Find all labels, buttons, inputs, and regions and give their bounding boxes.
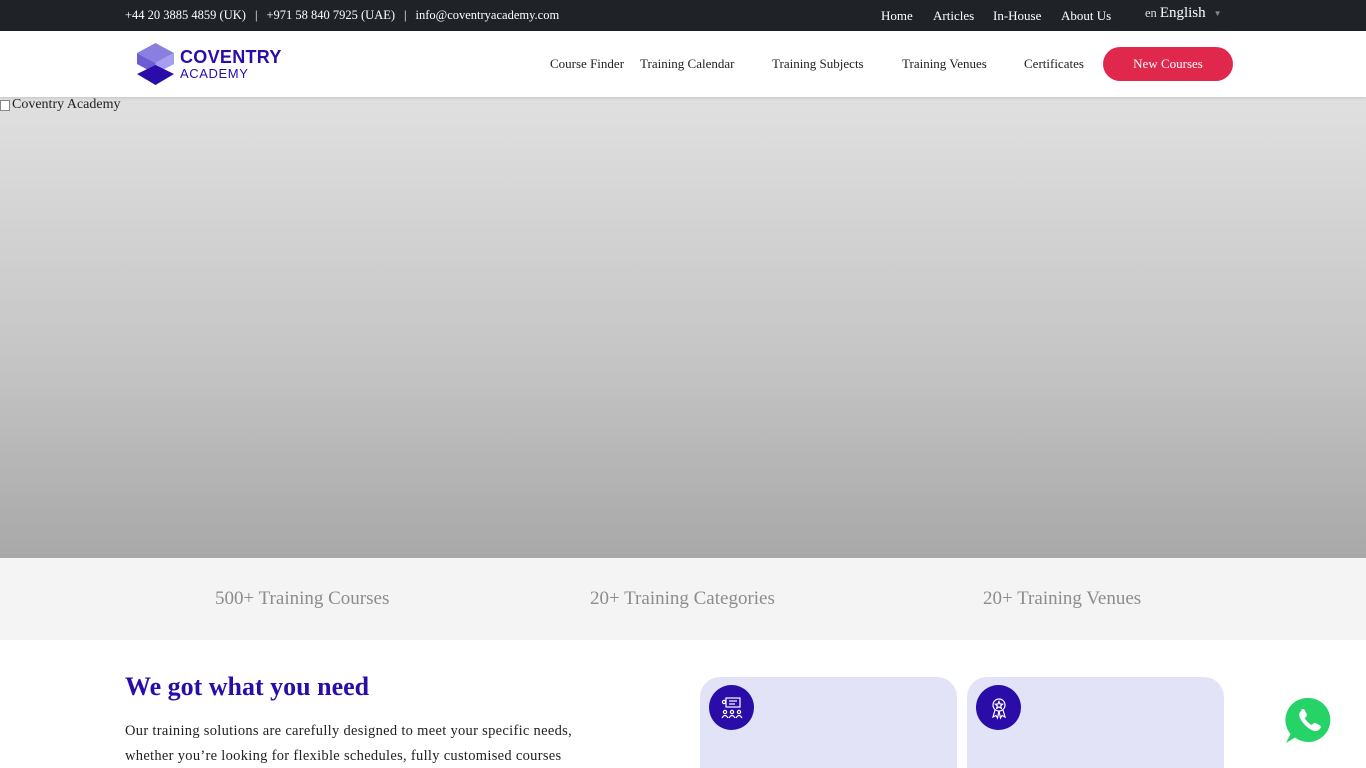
language-label: English — [1159, 5, 1206, 21]
nav-training-subjects[interactable]: Training Subjects — [772, 56, 864, 72]
stat-categories: 20+ Training Categories — [590, 588, 775, 609]
section-title: We got what you need — [125, 672, 370, 701]
nav-certificates[interactable]: Certificates — [1024, 56, 1084, 72]
brand-logo[interactable]: COVENTRY ACADEMY — [137, 43, 282, 85]
new-courses-button[interactable]: New Courses — [1103, 47, 1233, 81]
hero-image-alt: Coventry Academy — [12, 97, 121, 112]
top-nav-in-house[interactable]: In-House — [993, 8, 1041, 24]
feature-card[interactable] — [700, 677, 957, 768]
feature-card[interactable] — [967, 677, 1224, 768]
section-description: Our training solutions are carefully des… — [125, 723, 572, 764]
brand-subname: ACADEMY — [180, 66, 249, 81]
separator: | — [404, 8, 407, 22]
nav-course-finder[interactable]: Course Finder — [550, 56, 624, 72]
main-header: COVENTRY ACADEMY Course Finder Training … — [0, 31, 1366, 97]
top-nav-home[interactable]: Home — [881, 8, 913, 24]
language-flag-icon: en — [1145, 6, 1157, 20]
brand-name: COVENTRY — [180, 47, 282, 67]
stats-bar: 500+ Training Courses 20+ Training Categ… — [0, 558, 1366, 640]
hero-image: Coventry Academy — [0, 97, 120, 113]
stat-courses: 500+ Training Courses — [215, 588, 390, 609]
whatsapp-button[interactable] — [1281, 693, 1337, 749]
nav-training-venues[interactable]: Training Venues — [902, 56, 987, 72]
broken-image-icon — [0, 99, 10, 111]
phone-uk-link[interactable]: +44 20 3885 4859 (UK) — [125, 8, 246, 22]
separator: | — [254, 8, 258, 22]
certificate-badge-icon — [976, 685, 1021, 730]
nav-training-calendar[interactable]: Training Calendar — [640, 56, 734, 72]
stat-venues: 20+ Training Venues — [983, 588, 1142, 609]
top-bar: +44 20 3885 4859 (UK) | +971 58 840 7925 (… — [0, 0, 1366, 31]
chevron-down-icon: ▼ — [1213, 9, 1222, 18]
whatsapp-icon — [1282, 694, 1333, 747]
language-selector[interactable]: en English ▼ — [1145, 5, 1222, 22]
phone-uae-link[interactable]: +971 58 840 7925 (UAE) — [266, 8, 395, 22]
contact-info: +44 20 3885 4859 (UK) | +971 58 840 7925 (… — [125, 8, 559, 23]
cube-logo-icon — [137, 43, 174, 85]
top-nav-about-us[interactable]: About Us — [1061, 8, 1111, 24]
email-link[interactable]: info@coventryacademy.com — [416, 8, 560, 22]
hero-banner: Coventry Academy — [0, 97, 1366, 558]
training-group-icon — [709, 685, 754, 730]
top-nav-articles[interactable]: Articles — [933, 8, 974, 24]
